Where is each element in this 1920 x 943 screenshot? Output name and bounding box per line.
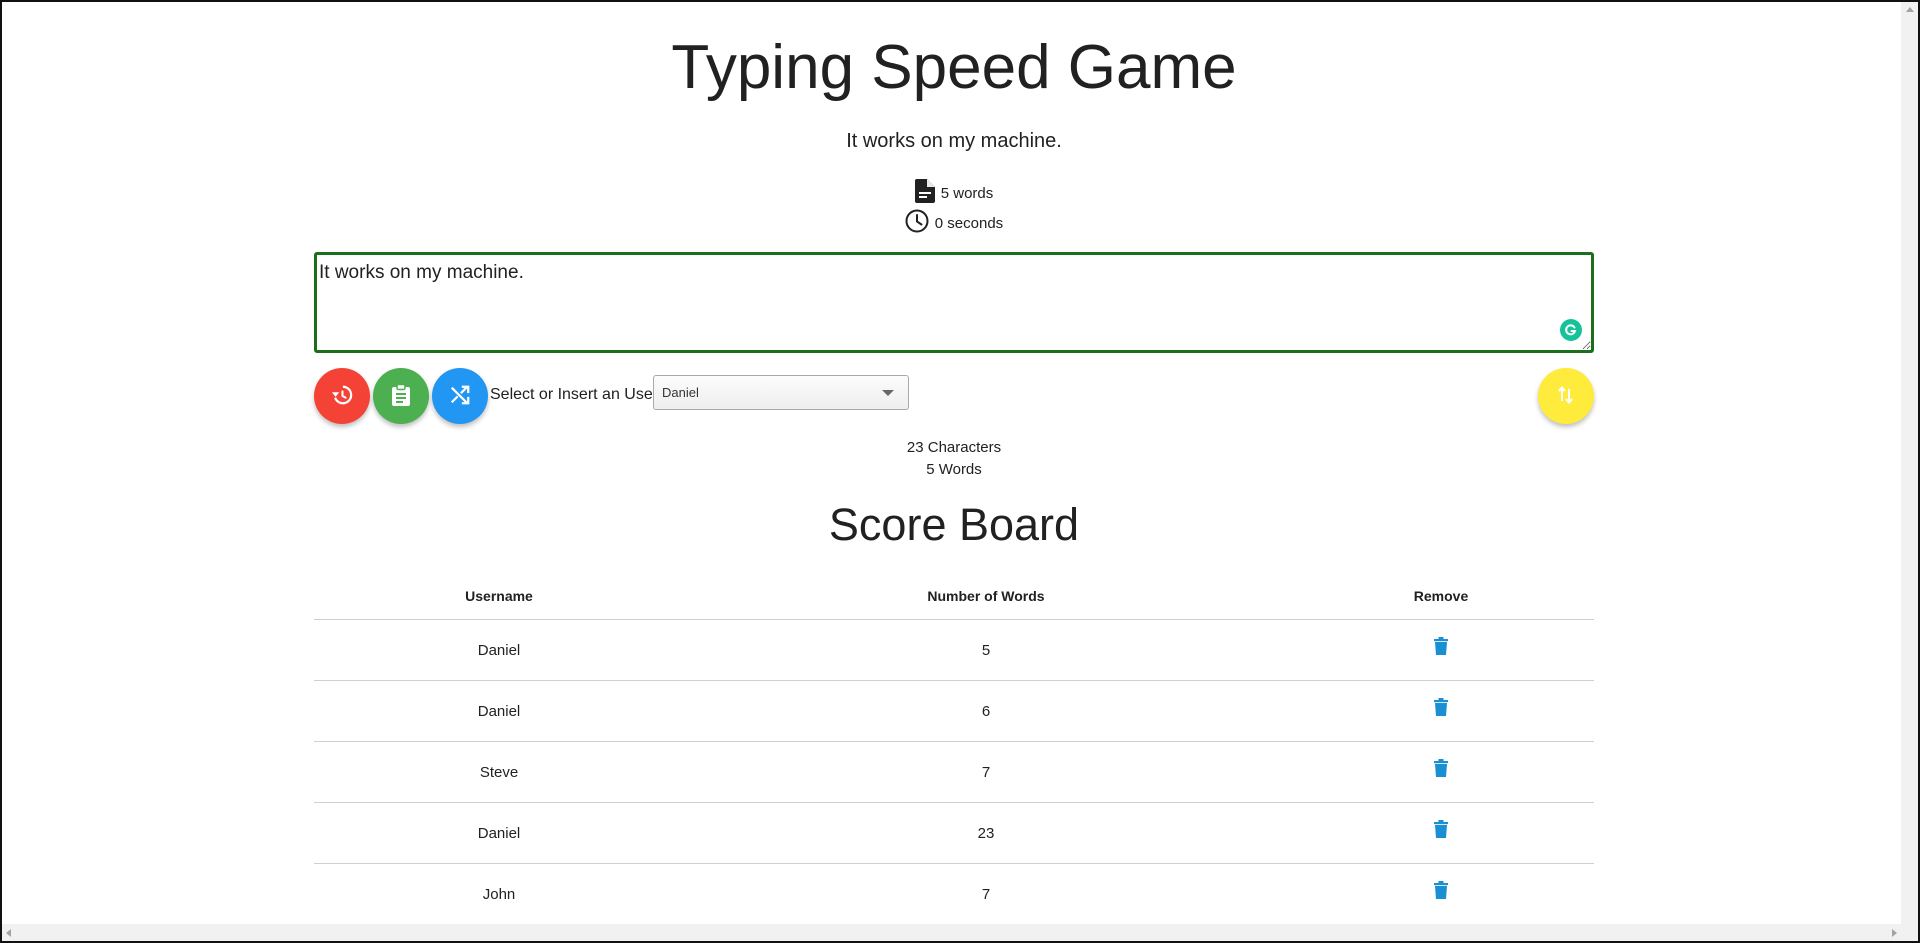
column-header-words: Number of Words <box>684 572 1288 620</box>
user-select-label: Select or Insert an User: <box>490 386 663 403</box>
scoreboard-title: Score Board <box>828 499 1080 550</box>
cell-words: 6 <box>684 680 1288 742</box>
cell-words: 7 <box>684 741 1288 803</box>
trash-icon[interactable] <box>1434 637 1448 659</box>
cell-words: 23 <box>684 802 1288 864</box>
grammarly-icon[interactable] <box>1560 319 1582 341</box>
cell-username: Daniel <box>314 802 684 864</box>
clock-icon <box>905 209 935 237</box>
trash-icon[interactable] <box>1434 881 1448 903</box>
scroll-right-icon[interactable] <box>1892 929 1897 937</box>
cell-username: John <box>314 863 684 925</box>
timer-text: 0 seconds <box>934 214 1004 232</box>
column-header-remove: Remove <box>1288 572 1594 620</box>
cell-username: Daniel <box>314 680 684 742</box>
typing-area-wrapper <box>314 252 1594 353</box>
sort-button[interactable] <box>1538 368 1594 424</box>
cell-remove <box>1288 802 1594 864</box>
trash-icon[interactable] <box>1434 759 1448 781</box>
scroll-left-icon[interactable] <box>6 929 11 937</box>
document-icon <box>914 179 941 207</box>
horizontal-scrollbar[interactable] <box>2 924 1901 941</box>
history-icon <box>331 384 353 409</box>
word-count-row: 5 words <box>314 179 1594 207</box>
chevron-down-icon <box>882 390 894 396</box>
table-row: Daniel 6 <box>314 680 1594 742</box>
cell-words: 5 <box>684 619 1288 681</box>
scoreboard-table: Username Number of Words Remove Daniel 5 <box>314 572 1594 925</box>
trash-icon[interactable] <box>1434 698 1448 720</box>
typing-input[interactable] <box>314 252 1594 353</box>
table-row: Steve 7 <box>314 741 1594 803</box>
controls-bar: Select or Insert an User: Daniel <box>314 366 1594 424</box>
character-count: 23 Characters <box>906 439 1002 456</box>
table-row: Daniel 23 <box>314 802 1594 864</box>
browser-viewport: Typing Speed Game It works on my machine… <box>0 0 1920 943</box>
table-header-row: Username Number of Words Remove <box>314 572 1594 620</box>
prompt-sentence: It works on my machine. <box>846 130 1062 152</box>
page-title: Typing Speed Game <box>671 33 1237 102</box>
reset-button[interactable] <box>314 368 370 424</box>
sort-icon <box>1557 385 1575 407</box>
user-select-value: Daniel <box>662 385 699 400</box>
column-header-username: Username <box>314 572 684 620</box>
shuffle-icon <box>449 384 471 409</box>
scroll-up-icon[interactable] <box>1906 7 1914 12</box>
clipboard-button[interactable] <box>373 368 429 424</box>
user-select[interactable]: Daniel <box>653 375 909 410</box>
cell-username: Daniel <box>314 619 684 681</box>
cell-username: Steve <box>314 741 684 803</box>
clipboard-icon <box>391 383 411 409</box>
table-row: Daniel 5 <box>314 619 1594 681</box>
shuffle-button[interactable] <box>432 368 488 424</box>
table-row: John 7 <box>314 863 1594 925</box>
timer-row: 0 seconds <box>314 209 1594 237</box>
vertical-scrollbar[interactable] <box>1901 2 1918 941</box>
typed-word-count: 5 Words <box>926 461 982 478</box>
page: Typing Speed Game It works on my machine… <box>2 2 1902 941</box>
word-count-text: 5 words <box>940 184 994 202</box>
cell-words: 7 <box>684 863 1288 925</box>
cell-remove <box>1288 680 1594 742</box>
cell-remove <box>1288 863 1594 925</box>
cell-remove <box>1288 619 1594 681</box>
cell-remove <box>1288 741 1594 803</box>
trash-icon[interactable] <box>1434 820 1448 842</box>
